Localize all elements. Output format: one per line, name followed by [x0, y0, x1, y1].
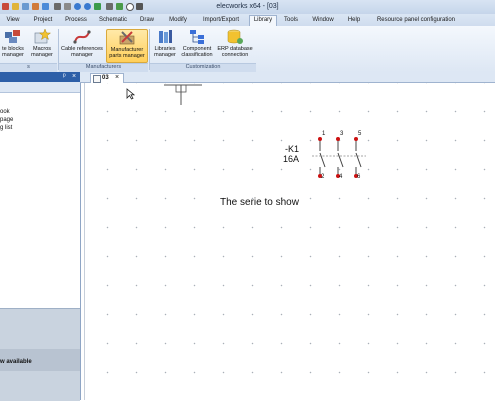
tab-help[interactable]: Help — [346, 16, 362, 26]
pin-label: 2 — [321, 174, 325, 180]
component-rating[interactable]: 16A — [283, 154, 299, 164]
document-icon — [93, 75, 101, 83]
left-panel: ᵖ × ook page g list w available — [0, 72, 81, 401]
tab-import-export[interactable]: Import/Export — [200, 16, 242, 26]
pin-icon[interactable]: ᵖ — [63, 73, 66, 80]
document-tab-bar — [80, 72, 495, 83]
pin-label: 4 — [339, 174, 343, 180]
window-title: elecworks x64 - [03] — [216, 3, 279, 10]
manufacturer-parts-manager-button[interactable]: Manufacturer parts manager — [106, 29, 148, 63]
panel-toolbar — [0, 82, 80, 93]
macros-star-icon — [34, 29, 51, 44]
pin-label: 3 — [340, 131, 344, 137]
ribbon-group-label: s — [0, 63, 57, 72]
tab-window[interactable]: Window — [310, 16, 336, 26]
component-tag[interactable]: -K1 — [285, 144, 299, 154]
panel-header: ᵖ × — [0, 72, 80, 82]
schematic-drawing — [164, 84, 366, 178]
erp-database-connection-button[interactable]: ERP database connection — [216, 29, 254, 61]
tab-draw[interactable]: Draw — [138, 16, 156, 26]
pin-label: 6 — [357, 174, 361, 180]
tab-document-03[interactable]: 03 × — [90, 73, 124, 83]
tab-modify[interactable]: Modify — [166, 16, 190, 26]
libraries-manager-button[interactable]: Libraries manager — [151, 29, 179, 61]
title-bar: elecworks x64 - [03] — [0, 0, 495, 15]
preview-status-text: w available — [0, 359, 32, 365]
cable-icon — [73, 30, 91, 44]
ribbon-group-label: Manufacturers — [59, 63, 148, 72]
tab-schematic[interactable]: Schematic — [98, 16, 128, 26]
free-text-annotation[interactable]: The serie to show — [220, 197, 299, 208]
tab-project[interactable]: Project — [32, 16, 54, 26]
tab-tools[interactable]: Tools — [282, 16, 300, 26]
tree-item[interactable]: ook — [0, 109, 10, 115]
pin-label: 1 — [322, 131, 326, 137]
component-classification-button[interactable]: Component classification — [180, 29, 214, 61]
preview-panel — [0, 308, 80, 401]
tree-item[interactable]: g list — [0, 125, 12, 131]
tab-view[interactable]: View — [4, 16, 22, 26]
cable-references-manager-button[interactable]: Cable references manager — [60, 29, 104, 61]
blocks-icon — [5, 30, 20, 43]
tree-item[interactable]: page — [0, 117, 13, 123]
tab-resource-panel-configuration[interactable]: Resource panel configuration — [372, 16, 460, 26]
libraries-icon — [159, 30, 172, 43]
parts-tools-icon — [119, 31, 135, 45]
pin-label: 5 — [358, 131, 362, 137]
classification-icon — [190, 30, 204, 44]
origin-marker-icon — [164, 84, 202, 105]
contactor-symbol[interactable] — [312, 137, 366, 178]
tab-process[interactable]: Process — [64, 16, 88, 26]
ribbon: te blocks manager Macros manager Cable r… — [0, 26, 495, 73]
ribbon-group-label: Customization — [150, 63, 256, 72]
macros-manager-button[interactable]: Macros manager — [28, 29, 56, 61]
database-icon — [227, 29, 243, 44]
blocks-manager-button[interactable]: te blocks manager — [0, 29, 26, 61]
document-tab-label: 03 — [102, 75, 109, 81]
mouse-cursor-icon — [126, 88, 135, 100]
close-icon[interactable]: × — [72, 73, 76, 80]
close-icon[interactable]: × — [115, 74, 119, 81]
